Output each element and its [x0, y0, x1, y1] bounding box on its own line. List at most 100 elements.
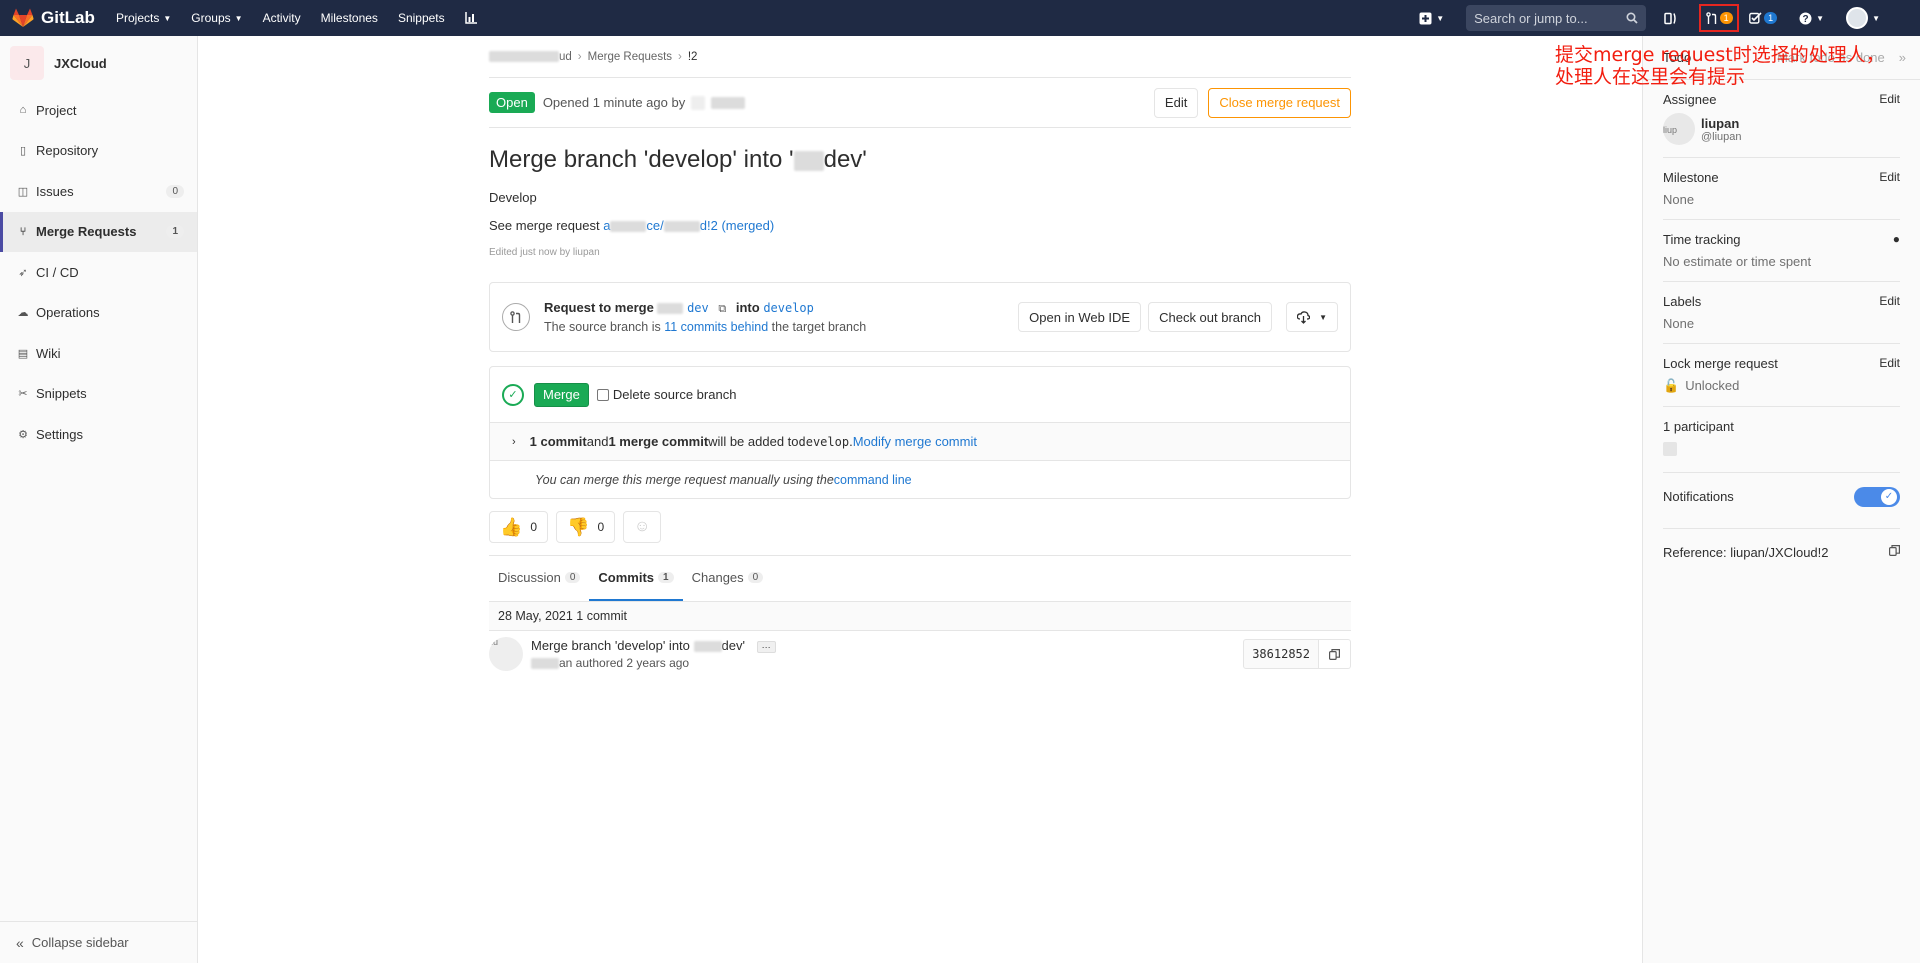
- collapse-sidebar-button[interactable]: « Collapse sidebar: [0, 921, 198, 963]
- mr-header: Open Opened 1 minute ago by Edit Close m…: [489, 78, 1351, 128]
- sidebar-item-wiki[interactable]: ▤ Wiki: [0, 333, 197, 374]
- tab-commits[interactable]: Commits 1: [589, 556, 683, 601]
- sidebar-item-issues[interactable]: ◫ Issues 0: [0, 171, 197, 212]
- participant-avatar[interactable]: [1663, 442, 1677, 456]
- opened-info: Opened 1 minute ago by: [543, 95, 685, 110]
- assignee-user[interactable]: liup liupan @liupan: [1663, 113, 1900, 145]
- help-icon[interactable]: ●: [1893, 232, 1900, 247]
- chevron-right-icon[interactable]: ›: [512, 436, 516, 448]
- lock-edit-link[interactable]: Edit: [1879, 356, 1900, 371]
- add-reaction-button[interactable]: ☺: [623, 511, 662, 543]
- nav-activity[interactable]: Activity: [263, 11, 301, 25]
- mr-reference-link[interactable]: a ce/d!2 (merged): [603, 218, 774, 233]
- sidebar-item-label: Project: [36, 102, 77, 118]
- commit-author-avatar[interactable]: liu: [489, 637, 523, 671]
- doc-icon: ▯: [19, 145, 27, 158]
- nav-groups[interactable]: Groups ▼: [191, 11, 242, 25]
- new-dropdown[interactable]: ▼: [1419, 12, 1444, 25]
- mr-widget-merge: ✓ Merge Delete source branch › 1 commit …: [489, 366, 1351, 499]
- expand-commit-message-button[interactable]: ···: [756, 641, 776, 653]
- breadcrumb-separator: ›: [678, 50, 682, 63]
- breadcrumb-project-link[interactable]: ud: [559, 51, 572, 63]
- copy-branch-icon[interactable]: ⧉: [718, 303, 726, 315]
- search-input[interactable]: Search or jump to...: [1466, 5, 1647, 31]
- nav-milestones[interactable]: Milestones: [321, 11, 378, 25]
- breadcrumb-mr-link[interactable]: !2: [688, 51, 698, 63]
- nav-analytics[interactable]: [464, 12, 478, 24]
- link-part: ce/: [646, 218, 664, 233]
- copy-sha-button[interactable]: [1319, 639, 1351, 669]
- commit-title-link[interactable]: Merge branch 'develop' into dev': [531, 638, 745, 653]
- link-part: d!2 (merged): [699, 218, 775, 233]
- delete-source-checkbox[interactable]: [596, 388, 609, 401]
- help-icon: ?: [1799, 12, 1812, 25]
- reference-block: Reference: liupan/JXCloud!2: [1663, 529, 1900, 585]
- close-merge-request-button[interactable]: Close merge request: [1208, 87, 1351, 118]
- nav-snippets[interactable]: Snippets: [398, 11, 445, 25]
- sidebar-item-snippets[interactable]: ✂ Snippets: [0, 374, 197, 415]
- todos-nav-button[interactable]: 1: [1749, 12, 1778, 24]
- sidebar-item-settings[interactable]: ⚙ Settings: [0, 414, 197, 455]
- author-avatar[interactable]: [691, 95, 706, 110]
- sidebar-item-operations[interactable]: ☁ Operations: [0, 293, 197, 334]
- participants-title: 1 participant: [1663, 419, 1734, 434]
- commit-title-suffix: dev': [721, 638, 745, 653]
- chevron-down-icon: ▼: [163, 13, 172, 23]
- download-dropdown[interactable]: ▼: [1286, 302, 1338, 332]
- tab-label: Discussion: [498, 570, 561, 585]
- behind-info: The source branch is 11 commits behind t…: [544, 320, 866, 334]
- help-dropdown[interactable]: ? ▼: [1799, 12, 1824, 25]
- tab-discussion[interactable]: Discussion 0: [489, 556, 589, 601]
- assignee-edit-link[interactable]: Edit: [1879, 92, 1900, 107]
- nav-projects[interactable]: Projects ▼: [116, 11, 171, 25]
- sidebar-item-project[interactable]: ⌂ Project: [0, 90, 197, 131]
- delete-source-label[interactable]: Delete source branch: [613, 387, 737, 402]
- opened-label: Opened: [542, 95, 590, 110]
- check-out-branch-button[interactable]: Check out branch: [1148, 302, 1272, 332]
- merge-button[interactable]: Merge: [534, 382, 589, 407]
- issues-nav-button[interactable]: [1664, 12, 1677, 25]
- copy-icon: [1329, 648, 1340, 660]
- breadcrumb-mrs-link[interactable]: Merge Requests: [588, 51, 672, 63]
- blurred-text: [793, 150, 824, 171]
- thumbs-down-button[interactable]: 👎 0: [556, 511, 616, 543]
- copy-reference-button[interactable]: [1889, 545, 1900, 560]
- merge-requests-nav-button[interactable]: 1: [1699, 4, 1740, 32]
- issues-count-badge: 0: [166, 184, 184, 198]
- command-line-link[interactable]: command line: [834, 473, 912, 487]
- see-prefix: See merge request: [489, 218, 604, 233]
- commit-sha-link[interactable]: 38612852: [1243, 639, 1319, 669]
- gitlab-home-link[interactable]: GitLab: [12, 8, 102, 28]
- project-name: JXCloud: [54, 55, 107, 71]
- commits-behind-link[interactable]: 11 commits behind: [664, 320, 768, 334]
- labels-edit-link[interactable]: Edit: [1879, 294, 1900, 309]
- blurred-text: [711, 96, 746, 109]
- sidebar-item-label: Operations: [36, 305, 100, 321]
- edit-button[interactable]: Edit: [1153, 87, 1199, 118]
- tab-label: Changes: [691, 570, 744, 585]
- lock-title: Lock merge request: [1663, 356, 1778, 371]
- commit-summary-row[interactable]: › 1 commit and 1 merge commit will be ad…: [490, 423, 1350, 461]
- notifications-toggle[interactable]: [1854, 487, 1900, 507]
- sidebar-item-repository[interactable]: ▯ Repository: [0, 131, 197, 172]
- open-web-ide-button[interactable]: Open in Web IDE: [1018, 302, 1142, 332]
- commit-meta: an authored 2 years ago: [531, 656, 776, 670]
- target-branch-link[interactable]: develop: [763, 301, 814, 315]
- thumbs-up-button[interactable]: 👍 0: [489, 511, 549, 543]
- labels-title: Labels: [1663, 294, 1702, 309]
- plus-square-icon: [1419, 12, 1432, 24]
- milestone-edit-link[interactable]: Edit: [1879, 170, 1900, 185]
- double-chevron-right-icon[interactable]: »: [1899, 50, 1906, 65]
- project-header[interactable]: J JXCloud: [0, 36, 197, 90]
- modify-merge-commit-link[interactable]: Modify merge commit: [853, 434, 977, 449]
- cloud-gear-icon: ☁: [17, 307, 29, 320]
- summary-merge-commit: 1 merge commit: [608, 434, 709, 449]
- tab-changes[interactable]: Changes 0: [683, 556, 773, 601]
- search-icon: [1626, 12, 1638, 24]
- search-placeholder: Search or jump to...: [1474, 10, 1588, 26]
- user-menu[interactable]: ▼: [1846, 7, 1880, 29]
- by-label: by: [671, 95, 686, 110]
- sidebar-item-ci-cd[interactable]: ➶ CI / CD: [0, 252, 197, 293]
- source-branch-link[interactable]: dev: [687, 301, 709, 315]
- sidebar-item-merge-requests[interactable]: ⑂ Merge Requests 1: [0, 211, 197, 252]
